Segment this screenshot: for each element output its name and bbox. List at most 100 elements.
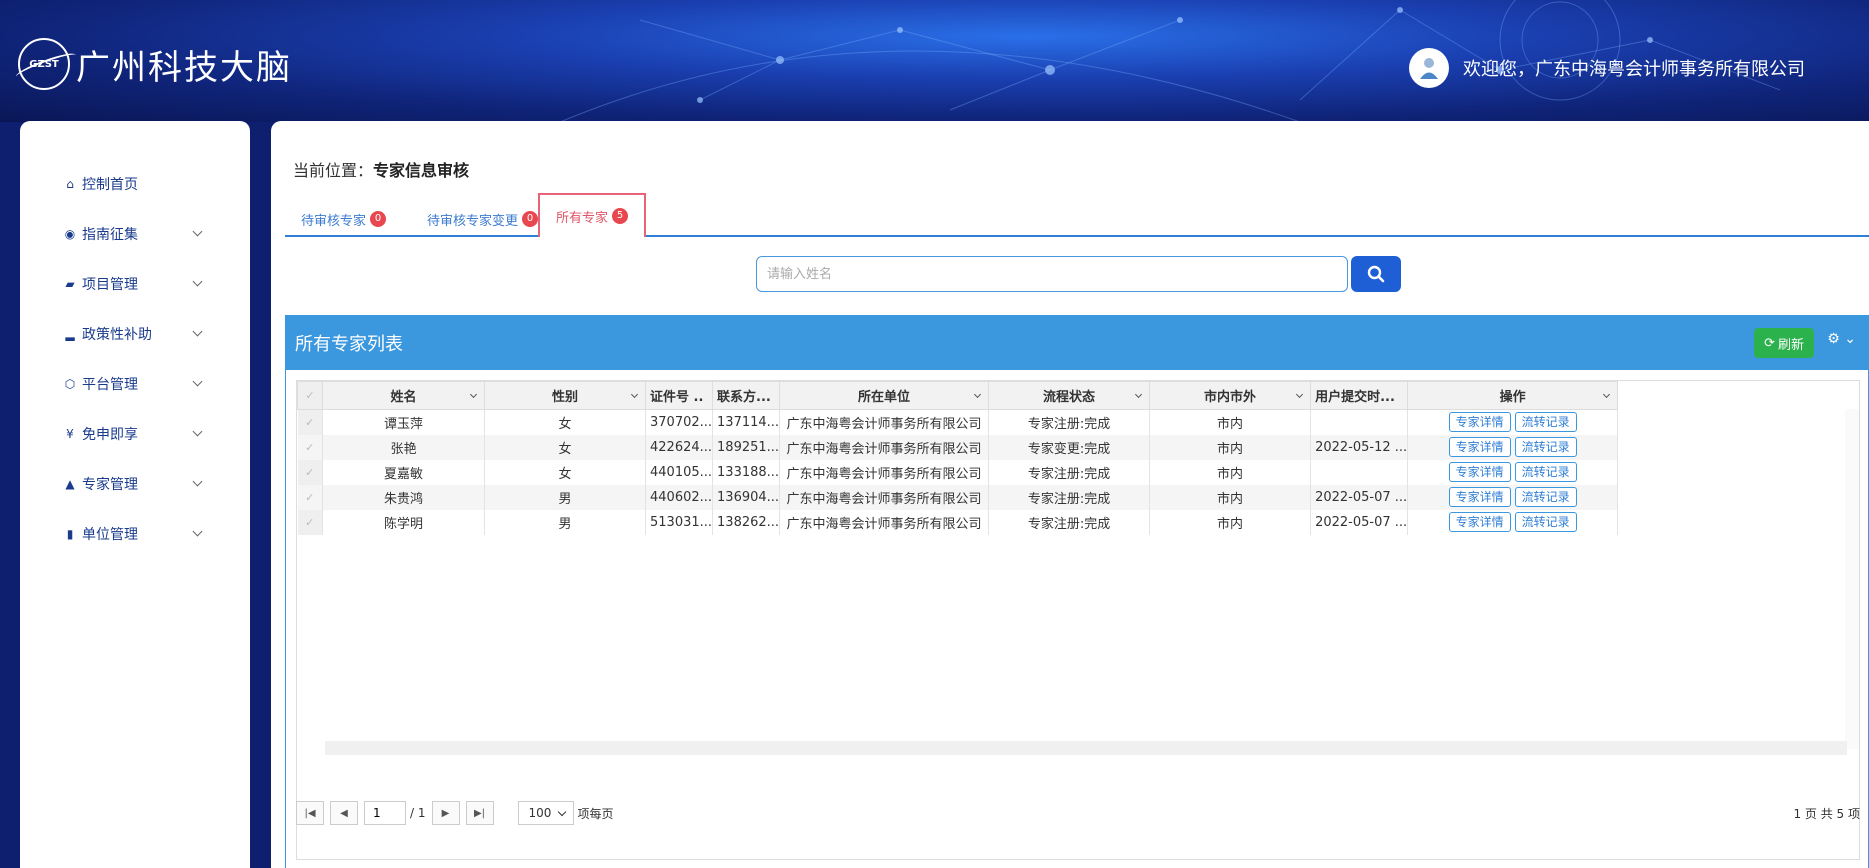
cell-status: 专家注册:完成 — [988, 459, 1151, 485]
list-title: 所有专家列表 — [295, 334, 403, 355]
table-header-row: ✓ 姓名 性别 证件号 .. 联系方... 所在单位 流程状态 市内市外 用户提… — [297, 381, 1619, 410]
chevron-down-icon — [469, 390, 478, 399]
expert-detail-button[interactable]: 专家详情 — [1448, 512, 1511, 532]
flow-log-button[interactable]: 流转记录 — [1514, 462, 1577, 482]
chevron-down-icon — [192, 476, 203, 487]
column-header-id[interactable]: 证件号 .. — [644, 381, 714, 410]
chevron-down-icon — [1296, 390, 1304, 399]
flow-log-button[interactable]: 流转记录 — [1514, 412, 1577, 433]
breadcrumb-prefix: 当前位置： — [293, 161, 374, 180]
sidebar-item-projects[interactable]: ▰ 项目管理 — [20, 259, 250, 309]
cell-region: 市内 — [1149, 484, 1312, 510]
chevron-down-icon — [1603, 390, 1611, 399]
tab-pending-changes[interactable]: 待审核专家变更 0 — [427, 201, 539, 237]
refresh-label: 刷新 — [1777, 337, 1804, 353]
sidebar-item-policy-subsidy[interactable]: ▂ 政策性补助 — [20, 309, 250, 359]
table-row[interactable]: ✓ 谭玉萍 女 370702... 137114... 广东中海粤会计师事务所有… — [297, 409, 1619, 435]
cell-phone: 133188... — [712, 459, 781, 485]
main-panel: 当前位置：专家信息审核 待审核专家 0 待审核专家变更 0 所有专家 5 所有专… — [271, 121, 1869, 868]
cell-id: 440602... — [645, 484, 714, 510]
user-icon — [1420, 58, 1438, 79]
select-all-checkbox[interactable]: ✓ — [297, 381, 323, 410]
search-button[interactable] — [1351, 256, 1401, 292]
chevron-down-icon: ⌄ — [1839, 331, 1856, 347]
prev-page-button[interactable]: ◀ — [330, 801, 358, 825]
logo[interactable]: GZST 广州科技大脑 — [18, 38, 292, 90]
chevron-down-icon — [974, 390, 982, 399]
page-number-input[interactable] — [364, 801, 406, 825]
chevron-down-icon — [192, 326, 203, 337]
column-header-region[interactable]: 市内市外 — [1149, 381, 1312, 410]
row-checkbox[interactable]: ✓ — [297, 459, 323, 485]
row-checkbox[interactable]: ✓ — [297, 484, 323, 510]
tab-all-experts[interactable]: 所有专家 5 — [538, 193, 647, 237]
next-page-button[interactable]: ▶ — [431, 801, 460, 825]
list-header: 所有专家列表 ⟳ 刷新 ⚙ ⌄ — [286, 316, 1868, 370]
building-icon: ▮ — [66, 527, 74, 541]
settings-dropdown[interactable]: ⚙ ⌄ — [1827, 331, 1856, 347]
column-header-gender[interactable]: 性别 — [484, 381, 646, 410]
table-row[interactable]: ✓ 陈学明 男 513031... 138262... 广东中海粤会计师事务所有… — [297, 509, 1619, 535]
cell-status: 专家注册:完成 — [988, 484, 1151, 510]
row-checkbox[interactable]: ✓ — [297, 509, 323, 535]
column-header-status[interactable]: 流程状态 — [988, 381, 1151, 410]
column-header-phone[interactable]: 联系方... — [712, 381, 781, 410]
cube-icon: ⬡ — [64, 377, 76, 391]
sidebar-item-label: 政策性补助 — [82, 327, 152, 343]
cell-id: 440105... — [645, 459, 714, 485]
cell-status: 专家注册:完成 — [988, 509, 1151, 535]
signal-icon: ▂ — [65, 327, 75, 341]
expert-detail-button[interactable]: 专家详情 — [1448, 462, 1511, 482]
sidebar-item-guide-collection[interactable]: ◉ 指南征集 — [20, 209, 250, 259]
expert-detail-button[interactable]: 专家详情 — [1448, 437, 1511, 457]
sidebar-menu: ⌂ 控制首页 ◉ 指南征集 ▰ 项目管理 ▂ 政策性补助 ⬡ 平台管理 ¥ 免申… — [20, 121, 250, 559]
sidebar-item-experts[interactable]: ▲ 专家管理 — [20, 459, 250, 509]
first-page-button[interactable]: |◀ — [296, 801, 324, 825]
sidebar-item-organizations[interactable]: ▮ 单位管理 — [20, 509, 250, 559]
next-page-icon: ▶ — [441, 807, 450, 819]
globe-icon: ◉ — [64, 227, 76, 241]
table-row[interactable]: ✓ 张艳 女 422624... 189251... 广东中海粤会计师事务所有限… — [297, 434, 1619, 460]
sidebar-item-label: 指南征集 — [82, 227, 138, 243]
cell-organization: 广东中海粤会计师事务所有限公司 — [779, 434, 990, 460]
expert-detail-button[interactable]: 专家详情 — [1448, 412, 1511, 433]
last-page-button[interactable]: ▶| — [465, 801, 494, 825]
pagination: |◀ ◀ / 1 ▶ ▶| 100 项每页 1 页 共 5 项 — [296, 800, 1860, 826]
table-row[interactable]: ✓ 朱贵鸿 男 440602... 136904... 广东中海粤会计师事务所有… — [297, 484, 1619, 510]
avatar[interactable] — [1409, 48, 1449, 88]
graduation-cap-icon: ▲ — [65, 477, 75, 491]
tab-pending-experts[interactable]: 待审核专家 0 — [301, 201, 387, 237]
row-checkbox[interactable]: ✓ — [297, 409, 323, 435]
count-badge: 5 — [612, 208, 629, 224]
page-size-select[interactable]: 100 — [517, 801, 574, 825]
table-row[interactable]: ✓ 夏嘉敏 女 440105... 133188... 广东中海粤会计师事务所有… — [297, 459, 1619, 485]
welcome-text: 欢迎您，广东中海粤会计师事务所有限公司 — [1463, 59, 1805, 80]
chevron-down-icon — [192, 226, 203, 237]
sidebar-item-dashboard[interactable]: ⌂ 控制首页 — [20, 159, 250, 209]
horizontal-scrollbar[interactable] — [325, 741, 1847, 755]
refresh-button[interactable]: ⟳ 刷新 — [1754, 328, 1814, 358]
cell-region: 市内 — [1149, 459, 1312, 485]
flow-log-button[interactable]: 流转记录 — [1514, 487, 1577, 507]
cell-phone: 136904... — [712, 484, 781, 510]
flow-log-button[interactable]: 流转记录 — [1514, 437, 1577, 457]
cell-region: 市内 — [1149, 409, 1312, 435]
flow-log-button[interactable]: 流转记录 — [1514, 512, 1577, 532]
sidebar-item-platforms[interactable]: ⬡ 平台管理 — [20, 359, 250, 409]
row-checkbox[interactable]: ✓ — [297, 434, 323, 460]
cell-actions: 专家详情 流转记录 — [1407, 409, 1619, 435]
column-header-name[interactable]: 姓名 — [322, 381, 485, 410]
column-header-organization[interactable]: 所在单位 — [779, 381, 990, 410]
search-input[interactable] — [756, 256, 1348, 292]
cell-gender: 女 — [484, 459, 646, 485]
column-header-submitted[interactable]: 用户提交时... — [1310, 381, 1409, 410]
sidebar-item-label: 平台管理 — [82, 377, 138, 393]
sidebar-item-exemption[interactable]: ¥ 免申即享 — [20, 409, 250, 459]
column-header-actions[interactable]: 操作 — [1407, 381, 1619, 410]
expert-detail-button[interactable]: 专家详情 — [1448, 487, 1511, 507]
vertical-scrollbar[interactable] — [1845, 409, 1859, 749]
tab-label: 所有专家 — [556, 210, 609, 226]
count-badge: 0 — [522, 211, 539, 227]
cell-organization: 广东中海粤会计师事务所有限公司 — [779, 409, 990, 435]
page-title: 专家信息审核 — [373, 161, 470, 180]
